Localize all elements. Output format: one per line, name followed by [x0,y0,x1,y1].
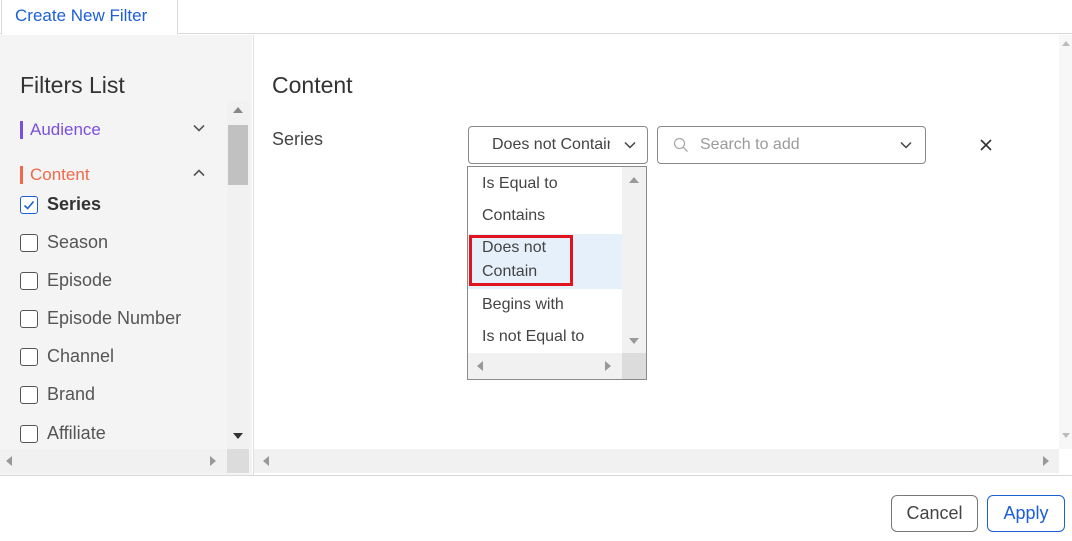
filter-option-episode-number[interactable]: Episode Number [20,307,220,331]
scroll-right-arrow-icon[interactable] [605,361,611,371]
chevron-down-icon[interactable] [899,138,913,152]
condition-selected-value: Does not Contain [492,136,610,153]
filter-option-label: Episode Number [47,308,182,328]
category-color-bar [20,121,23,139]
scroll-up-arrow-icon[interactable] [1062,41,1070,46]
filters-list-title: Filters List [20,72,125,98]
condition-option-label: Contains [482,207,546,224]
scroll-up-arrow-icon[interactable] [233,107,243,113]
content-horizontal-scrollbar[interactable] [254,449,1059,473]
filter-option-label: Series [47,194,102,214]
condition-option-is-equal-to[interactable]: Is Equal to [468,172,622,196]
filter-option-channel[interactable]: Channel [20,345,220,369]
search-input[interactable] [698,134,888,156]
category-audience[interactable]: Audience [20,119,216,143]
tab-label: Create New Filter [15,6,148,25]
chevron-down-icon[interactable] [623,138,637,152]
scroll-up-arrow-icon[interactable] [629,177,639,183]
dropdown-vertical-scrollbar[interactable] [622,167,646,353]
scrollbar-thumb[interactable] [228,125,248,185]
filter-option-affiliate[interactable]: Affiliate [20,422,220,446]
scroll-down-arrow-icon[interactable] [233,433,243,439]
check-icon [23,200,35,210]
scroll-right-arrow-icon[interactable] [1043,456,1049,466]
checkbox[interactable] [20,234,38,252]
content-panel-title: Content [272,72,353,98]
condition-option-label: Is not Equal to [482,328,585,345]
dialog-footer: Cancel Apply [0,475,1072,541]
filter-field-label: Series [272,129,324,149]
scrollbar-corner [622,353,646,379]
tab-bar: Create New Filter [0,0,1072,35]
category-label: Audience [30,120,101,139]
condition-option-label: Begins with [482,296,564,313]
scroll-right-arrow-icon[interactable] [210,456,216,466]
filters-list-vertical-scrollbar[interactable] [227,101,249,449]
category-label: Content [30,165,90,184]
checkbox[interactable] [20,425,38,443]
condition-option-is-not-equal-to[interactable]: Is not Equal to [468,325,622,349]
filter-option-series[interactable]: Series [20,193,220,217]
search-icon [673,137,688,152]
filter-option-label: Channel [47,346,115,366]
filter-option-label: Affiliate [47,423,106,443]
filters-list-scroll-area: Audience Content Series Season Episode E… [0,101,252,449]
content-panel: Content Series Does not Contain [253,35,1072,475]
filter-option-season[interactable]: Season [20,231,220,255]
cancel-button[interactable]: Cancel [891,495,978,532]
scroll-left-arrow-icon[interactable] [263,456,269,466]
checkbox[interactable] [20,272,38,290]
category-color-bar [20,166,23,184]
checkbox-checked[interactable] [20,196,38,214]
chevron-up-icon[interactable] [192,166,206,180]
highlight-box [469,235,573,286]
filters-list-panel: Filters List Audience Content Series Sea… [0,35,252,475]
condition-dropdown-list: Is Equal to Contains Does not Contain Be… [467,166,647,380]
tab-create-new-filter[interactable]: Create New Filter [1,0,178,35]
filter-option-label: Episode [47,270,113,290]
filter-option-label: Season [47,232,109,252]
chevron-down-icon[interactable] [192,121,206,135]
category-content[interactable]: Content [20,164,216,188]
scroll-down-arrow-icon[interactable] [629,338,639,344]
filters-list-horizontal-scrollbar[interactable] [0,449,227,473]
scroll-left-arrow-icon[interactable] [6,456,12,466]
filter-option-episode[interactable]: Episode [20,269,220,293]
value-search-select[interactable] [657,126,926,164]
condition-option-contains[interactable]: Contains [468,204,622,228]
condition-option-begins-with[interactable]: Begins with [468,293,622,317]
condition-select[interactable]: Does not Contain [468,126,648,164]
scroll-left-arrow-icon[interactable] [477,361,483,371]
condition-option-label: Is Equal to [482,175,558,192]
filter-option-label: Brand [47,384,96,404]
filter-option-brand[interactable]: Brand [20,383,220,407]
dropdown-horizontal-scrollbar[interactable] [468,353,622,379]
checkbox[interactable] [20,348,38,366]
apply-button[interactable]: Apply [987,495,1065,532]
scrollbar-corner [227,449,249,473]
checkbox[interactable] [20,310,38,328]
checkbox[interactable] [20,386,38,404]
scroll-down-arrow-icon[interactable] [1062,433,1070,438]
content-vertical-scrollbar[interactable] [1059,35,1072,449]
close-icon[interactable] [978,137,994,153]
